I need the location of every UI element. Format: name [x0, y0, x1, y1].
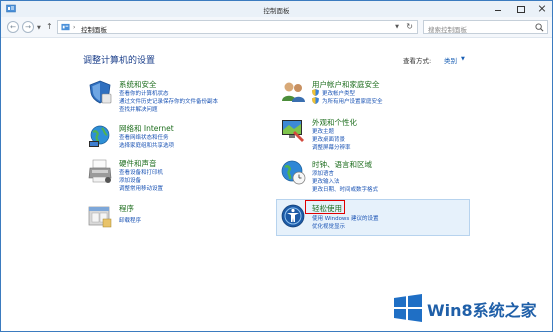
link-family-safety[interactable]: 为所有用户设置家庭安全	[322, 97, 383, 105]
minimize-button[interactable]	[492, 3, 504, 14]
refresh-icon[interactable]: ↻	[406, 22, 413, 31]
printer-icon	[88, 159, 112, 183]
view-by-chevron-down-icon[interactable]: ▼	[461, 56, 465, 62]
category-appearance[interactable]: 外观和个性化 更改主题 更改桌面背景 调整屏幕分辨率	[280, 117, 470, 157]
windows-logo-icon	[394, 294, 422, 322]
link-view-computer-status[interactable]: 查看你的计算机状态	[119, 89, 169, 97]
network-globe-icon	[89, 125, 110, 147]
category-clock-language-region[interactable]: 时钟、语言和区域 添加语言 更改输入法 更改日期、时间或数字格式	[280, 159, 470, 199]
appearance-icon	[282, 120, 304, 142]
category-title[interactable]: 程序	[119, 203, 134, 214]
category-programs[interactable]: 程序 卸载程序	[87, 203, 277, 231]
category-user-accounts[interactable]: 用户帐户和家庭安全 更改帐户类型 为所有用户设置家庭安全	[280, 79, 470, 111]
link-desktop-background[interactable]: 更改桌面背景	[312, 135, 345, 143]
breadcrumb-control-panel[interactable]: 控制面板	[81, 24, 107, 34]
search-placeholder: 搜索控制面板	[428, 26, 467, 34]
link-find-fix-problems[interactable]: 查找并解决问题	[119, 105, 158, 113]
link-network-status[interactable]: 查看网络状态和任务	[119, 133, 169, 141]
navigation-bar: ← → ▼ ↑ › 控制面板 ▼ ↻ 搜索控制面板	[1, 17, 552, 38]
control-panel-small-icon	[61, 23, 70, 31]
category-system-security[interactable]: 系统和安全 查看你的计算机状态 通过文件历史记录保存你的文件备份副本 查找并解决…	[87, 79, 277, 119]
address-dropdown-chevron-icon[interactable]: ▼	[395, 24, 399, 30]
back-button[interactable]: ←	[7, 21, 19, 33]
users-icon	[282, 82, 305, 102]
link-add-device[interactable]: 添加设备	[119, 176, 141, 184]
control-panel-window: 控制面板 ← → ▼ ↑ › 控制面板 ▼ ↻ 搜索控制面板 调整计算机的设置 …	[0, 0, 553, 332]
maximize-button[interactable]	[514, 3, 526, 14]
link-recommended-settings[interactable]: 使用 Windows 建议的设置	[312, 214, 379, 222]
programs-icon	[88, 206, 112, 228]
recent-locations-chevron-icon[interactable]: ▼	[37, 25, 41, 31]
link-change-account-type[interactable]: 更改帐户类型	[322, 89, 355, 97]
link-devices-printers[interactable]: 查看设备和打印机	[119, 168, 163, 176]
view-by-label: 查看方式:	[403, 57, 432, 65]
clock-globe-icon	[281, 160, 306, 185]
annotation-highlight-box	[305, 200, 345, 214]
category-hardware-sound[interactable]: 硬件和声音 查看设备和打印机 添加设备 调整常用移动设置	[87, 158, 277, 198]
link-uninstall-program[interactable]: 卸载程序	[119, 216, 141, 224]
link-file-history-backup[interactable]: 通过文件历史记录保存你的文件备份副本	[119, 97, 218, 105]
link-change-input-method[interactable]: 更改输入法	[312, 177, 340, 185]
address-bar[interactable]: › 控制面板 ▼ ↻	[57, 20, 418, 34]
forward-button[interactable]: →	[22, 21, 34, 33]
view-by-dropdown[interactable]: 类别	[444, 55, 457, 65]
watermark-text: Win8系统之家	[427, 301, 537, 320]
title-bar: 控制面板	[1, 1, 552, 17]
link-add-language[interactable]: 添加语言	[312, 169, 334, 177]
link-date-time-format[interactable]: 更改日期、时间或数字格式	[312, 185, 378, 193]
link-mobility-settings[interactable]: 调整常用移动设置	[119, 184, 163, 192]
window-title: 控制面板	[263, 7, 290, 15]
link-optimize-visual-display[interactable]: 优化视觉显示	[312, 222, 345, 230]
ease-of-access-icon	[281, 204, 305, 228]
search-icon[interactable]	[535, 23, 544, 32]
watermark: Win8系统之家	[393, 291, 551, 331]
close-button[interactable]	[536, 3, 548, 14]
uac-shield-icon	[312, 89, 319, 96]
shield-icon	[89, 80, 112, 104]
link-homegroup-sharing[interactable]: 选择家庭组和共享选项	[119, 141, 174, 149]
search-input[interactable]: 搜索控制面板	[423, 20, 548, 34]
up-arrow-icon[interactable]: ↑	[46, 22, 53, 31]
category-network-internet[interactable]: 网络和 Internet 查看网络状态和任务 选择家庭组和共享选项	[87, 123, 277, 155]
page-heading: 调整计算机的设置	[83, 56, 156, 66]
uac-shield-icon	[312, 97, 319, 104]
link-change-theme[interactable]: 更改主题	[312, 127, 334, 135]
breadcrumb-separator: ›	[73, 24, 76, 31]
link-screen-resolution[interactable]: 调整屏幕分辨率	[312, 143, 351, 151]
